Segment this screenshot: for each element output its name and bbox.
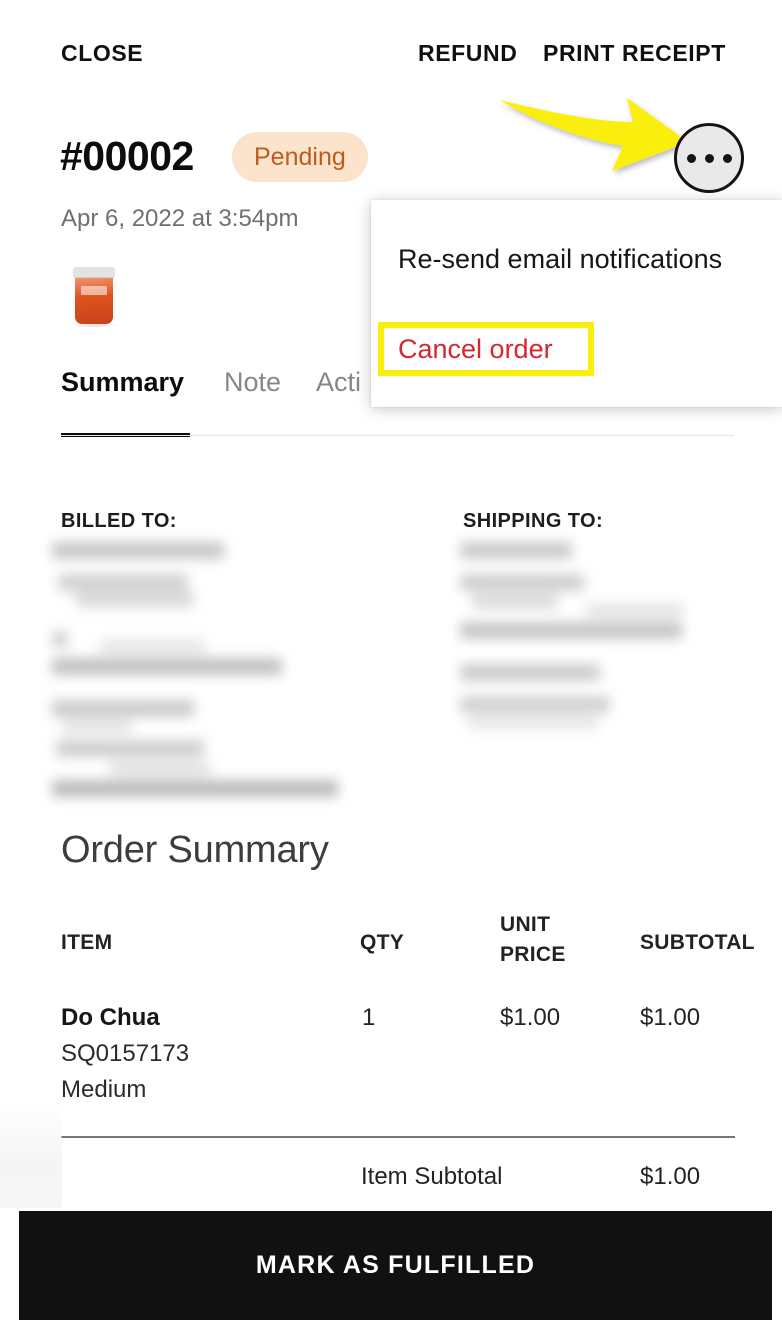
top-action-bar: CLOSE REFUND PRINT RECEIPT — [0, 34, 782, 76]
ellipsis-icon-dot — [704, 153, 714, 163]
billed-to-address-redacted — [48, 540, 348, 797]
refund-button[interactable]: REFUND — [418, 38, 517, 68]
order-detail-screen: CLOSE REFUND PRINT RECEIPT #00002 Pendin… — [0, 0, 782, 1332]
menu-item-cancel-order[interactable]: Cancel order — [398, 330, 553, 368]
table-row-subtotal: $1.00 — [640, 1004, 701, 1031]
tab-activity[interactable]: Acti — [316, 363, 361, 401]
table-row-item-variant: Medium — [61, 1076, 147, 1103]
shipping-to-address-redacted — [450, 540, 700, 750]
order-date: Apr 6, 2022 at 3:54pm — [61, 205, 299, 232]
product-thumbnail — [68, 262, 120, 328]
table-divider — [61, 1136, 735, 1138]
table-row-item-name: Do Chua — [61, 1004, 160, 1031]
item-subtotal-value: $1.00 — [640, 1163, 701, 1190]
overflow-menu-button[interactable] — [674, 123, 744, 193]
jar-lid-icon — [73, 267, 115, 278]
shipping-to-label: SHIPPING TO: — [463, 510, 604, 532]
status-badge: Pending — [232, 132, 368, 182]
tab-note[interactable]: Note — [224, 363, 281, 401]
content-scroll-fade — [0, 1100, 62, 1208]
table-row-item-sku: SQ0157173 — [61, 1040, 190, 1067]
jar-icon — [75, 274, 113, 324]
close-button[interactable]: CLOSE — [61, 38, 143, 68]
billed-to-label: BILLED TO: — [61, 510, 177, 532]
tab-summary[interactable]: Summary — [61, 363, 184, 401]
table-row-qty: 1 — [362, 1004, 376, 1031]
overflow-menu: Re-send email notifications Cancel order — [371, 200, 782, 407]
column-header-unit-price-line1: UNIT — [500, 913, 551, 936]
mark-as-fulfilled-button[interactable]: MARK AS FULFILLED — [19, 1211, 772, 1320]
tab-bar-divider — [61, 435, 734, 436]
order-number: #00002 — [60, 133, 194, 179]
column-header-item: ITEM — [61, 931, 113, 954]
menu-item-resend-email-notifications[interactable]: Re-send email notifications — [398, 240, 722, 278]
column-header-unit-price-line2: PRICE — [500, 943, 566, 966]
ellipsis-icon-dot — [722, 153, 732, 163]
column-header-unit-price: UNIT PRICE — [500, 910, 610, 970]
column-header-qty: QTY — [360, 931, 405, 954]
column-header-subtotal: SUBTOTAL — [640, 931, 755, 954]
item-subtotal-label: Item Subtotal — [361, 1163, 503, 1190]
order-summary-title: Order Summary — [61, 829, 329, 871]
print-receipt-button[interactable]: PRINT RECEIPT — [543, 38, 726, 68]
annotation-arrow-icon — [500, 98, 688, 171]
table-row-unit-price: $1.00 — [500, 1004, 561, 1031]
ellipsis-icon-dot — [686, 153, 696, 163]
